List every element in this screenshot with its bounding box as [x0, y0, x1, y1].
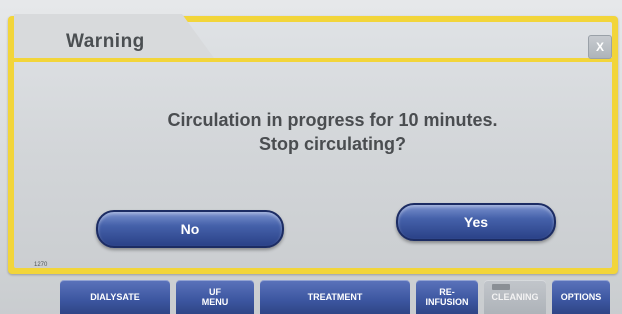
close-button[interactable]: X [588, 35, 612, 59]
tab-options-label: OPTIONS [560, 292, 602, 302]
tab-cleaning-label: CLEANING [491, 292, 539, 302]
no-button-label: No [180, 221, 200, 237]
no-button[interactable]: No [96, 210, 284, 248]
tab-options[interactable]: OPTIONS [552, 280, 610, 314]
tab-dialysate[interactable]: DIALYSATE [60, 280, 170, 314]
dialog-title: Warning [66, 31, 145, 52]
yes-button-label: Yes [463, 214, 489, 230]
tab-treatment-label: TREATMENT [307, 292, 363, 302]
tab-treatment[interactable]: TREATMENT [260, 280, 410, 314]
dialog-code: 1270 [34, 262, 48, 268]
tab-reinfusion-label: RE- INFUSION [425, 287, 469, 307]
message-line-1: Circulation in progress for 10 minutes. [167, 110, 498, 130]
tab-uf-menu-label: UF MENU [201, 287, 229, 307]
tab-cleaning[interactable]: CLEANING [484, 280, 546, 314]
tab-dialysate-label: DIALYSATE [90, 292, 140, 302]
yes-button[interactable]: Yes [396, 203, 556, 241]
bottom-tab-bar: DIALYSATE UF MENU TREATMENT RE- INFUSION… [60, 276, 622, 314]
tab-reinfusion[interactable]: RE- INFUSION [416, 280, 478, 314]
cleaning-indicator-icon [492, 284, 510, 290]
dialog-message: Circulation in progress for 10 minutes. … [140, 108, 525, 156]
dialog-title-divider [14, 58, 612, 62]
message-line-2: Stop circulating? [258, 134, 406, 154]
tab-uf-menu[interactable]: UF MENU [176, 280, 254, 314]
close-icon: X [595, 40, 604, 54]
